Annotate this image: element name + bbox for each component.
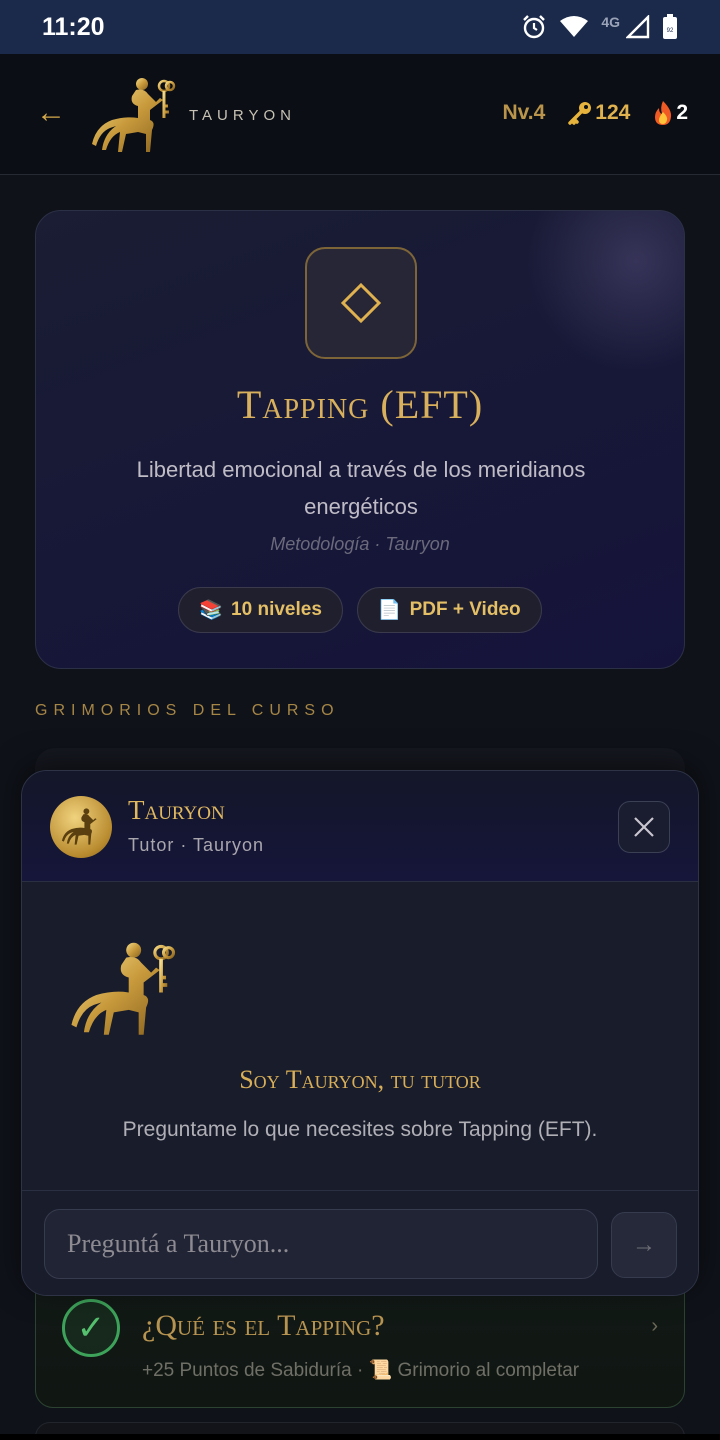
course-meta: Metodología · Tauryon bbox=[270, 534, 450, 554]
avatar bbox=[50, 796, 112, 858]
levels-badge: 📚 10 niveles bbox=[178, 587, 343, 633]
tutor-role: Tutor · Tauryon bbox=[128, 835, 265, 855]
close-icon bbox=[634, 817, 654, 837]
send-button[interactable]: → bbox=[611, 1212, 677, 1278]
alarm-icon bbox=[523, 15, 546, 39]
course-description: Libertad emocional a través de los merid… bbox=[136, 457, 586, 519]
chevron-right-icon: › bbox=[651, 1315, 658, 1337]
back-button[interactable]: ← bbox=[36, 98, 66, 128]
key-icon bbox=[568, 102, 592, 125]
close-button[interactable] bbox=[618, 801, 670, 853]
diamond-icon bbox=[340, 282, 382, 324]
keys-count: 124 bbox=[595, 101, 631, 124]
centaur-avatar-icon bbox=[61, 808, 97, 845]
levels-badge-label: 10 niveles bbox=[231, 599, 322, 620]
network-type: 4G bbox=[601, 14, 620, 30]
course-icon-box bbox=[305, 247, 417, 359]
navigation-bar bbox=[0, 1434, 720, 1440]
lesson-rewards: +25 Puntos de Sabiduría · 📜 Grimorio al … bbox=[142, 1358, 579, 1382]
chat-header: Tauryon Tutor · Tauryon bbox=[22, 771, 698, 882]
centaur-logo-icon bbox=[71, 942, 176, 1035]
battery-icon: 92 bbox=[663, 14, 677, 39]
status-bar: 11:20 4G 92 bbox=[0, 0, 720, 54]
completed-check-icon: ✓ bbox=[62, 1299, 120, 1357]
scroll-icon: 📜 bbox=[368, 1360, 393, 1381]
level-indicator: Nv.4 bbox=[502, 101, 546, 124]
user-stats: Nv.4 124 2 bbox=[502, 100, 688, 126]
keys-counter: 124 bbox=[567, 101, 630, 125]
tutor-chat-panel: Tauryon Tutor · Tauryon Soy Tauryon, tu … bbox=[21, 770, 699, 1296]
lesson-points: +25 Puntos de Sabiduría · bbox=[142, 1360, 369, 1381]
app-header: ← TAURYON Nv.4 124 2 bbox=[0, 54, 720, 175]
centaur-logo-icon bbox=[92, 78, 176, 152]
books-icon: 📚 bbox=[199, 600, 224, 621]
streak-count: 2 bbox=[676, 101, 688, 124]
brand-name: TAURYON bbox=[189, 107, 296, 124]
chat-body: Soy Tauryon, tu tutor Preguntame lo que … bbox=[22, 882, 698, 1190]
status-icons: 4G 92 bbox=[521, 14, 678, 40]
course-title: Tapping (EFT) bbox=[236, 382, 484, 427]
streak-counter: 2 bbox=[652, 100, 688, 126]
fire-icon bbox=[655, 101, 672, 125]
tutor-name: Tauryon bbox=[128, 795, 225, 825]
format-badge-label: PDF + Video bbox=[409, 599, 521, 620]
status-time: 11:20 bbox=[42, 12, 105, 41]
lesson-title: ¿Qué es el Tapping? bbox=[142, 1309, 385, 1342]
chat-message-input[interactable] bbox=[44, 1209, 598, 1279]
course-card: Tapping (EFT) Libertad emocional a travé… bbox=[35, 210, 685, 669]
svg-text:92: 92 bbox=[667, 28, 674, 34]
course-badges: 📚 10 niveles 📄 PDF + Video bbox=[36, 587, 684, 633]
chat-greeting: Soy Tauryon, tu tutor bbox=[239, 1065, 481, 1094]
chat-hint: Preguntame lo que necesites sobre Tappin… bbox=[122, 1118, 598, 1141]
lesson-reward: Grimorio al completar bbox=[397, 1360, 580, 1381]
chat-input-bar: → bbox=[22, 1190, 698, 1295]
section-label: GRIMORIOS DEL CURSO bbox=[35, 702, 340, 719]
format-badge: 📄 PDF + Video bbox=[356, 587, 542, 633]
document-icon: 📄 bbox=[377, 600, 402, 621]
wifi-icon bbox=[560, 16, 589, 37]
cellular-signal-icon bbox=[626, 15, 650, 39]
arrow-right-icon: → bbox=[632, 1231, 656, 1258]
